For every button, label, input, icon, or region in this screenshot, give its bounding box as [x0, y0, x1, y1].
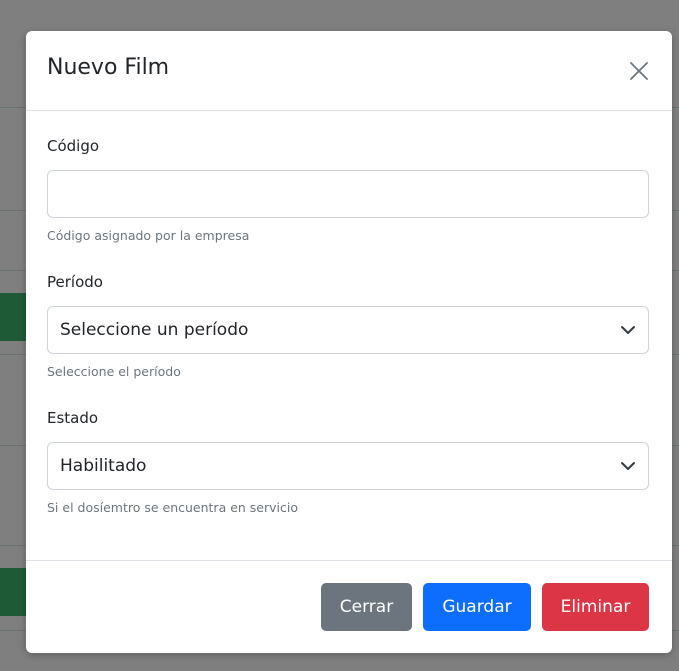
chevron-down-icon: [621, 462, 635, 470]
new-film-modal: Nuevo Film Código Código asignado por la…: [26, 31, 672, 653]
modal-title: Nuevo Film: [47, 55, 170, 80]
periodo-label: Período: [47, 273, 103, 291]
close-button[interactable]: [626, 58, 652, 84]
periodo-help-text: Seleccione el período: [47, 364, 181, 379]
close-modal-button[interactable]: Cerrar: [321, 583, 412, 631]
modal-footer: Cerrar Guardar Eliminar: [26, 560, 672, 653]
background-button: [0, 568, 26, 616]
periodo-select[interactable]: Seleccione un período: [47, 306, 649, 354]
background-heading-fragment: [0, 395, 26, 425]
save-button[interactable]: Guardar: [423, 583, 531, 631]
estado-selected-value: Habilitado: [60, 456, 147, 476]
estado-help-text: Si el dosíemtro se encuentra en servicio: [47, 500, 299, 515]
codigo-help-text: Código asignado por la empresa: [47, 228, 250, 243]
estado-select[interactable]: Habilitado: [47, 442, 649, 490]
modal-header: Nuevo Film: [26, 31, 672, 111]
estado-label: Estado: [47, 409, 99, 427]
close-icon: [630, 62, 648, 80]
background-heading-fragment: [0, 124, 26, 154]
chevron-down-icon: [621, 326, 635, 334]
background-button: [0, 293, 26, 341]
modal-body: Código Código asignado por la empresa Pe…: [26, 111, 672, 561]
periodo-selected-value: Seleccione un período: [60, 320, 249, 340]
delete-button[interactable]: Eliminar: [542, 583, 649, 631]
codigo-label: Código: [47, 137, 100, 155]
codigo-input[interactable]: [47, 170, 649, 218]
